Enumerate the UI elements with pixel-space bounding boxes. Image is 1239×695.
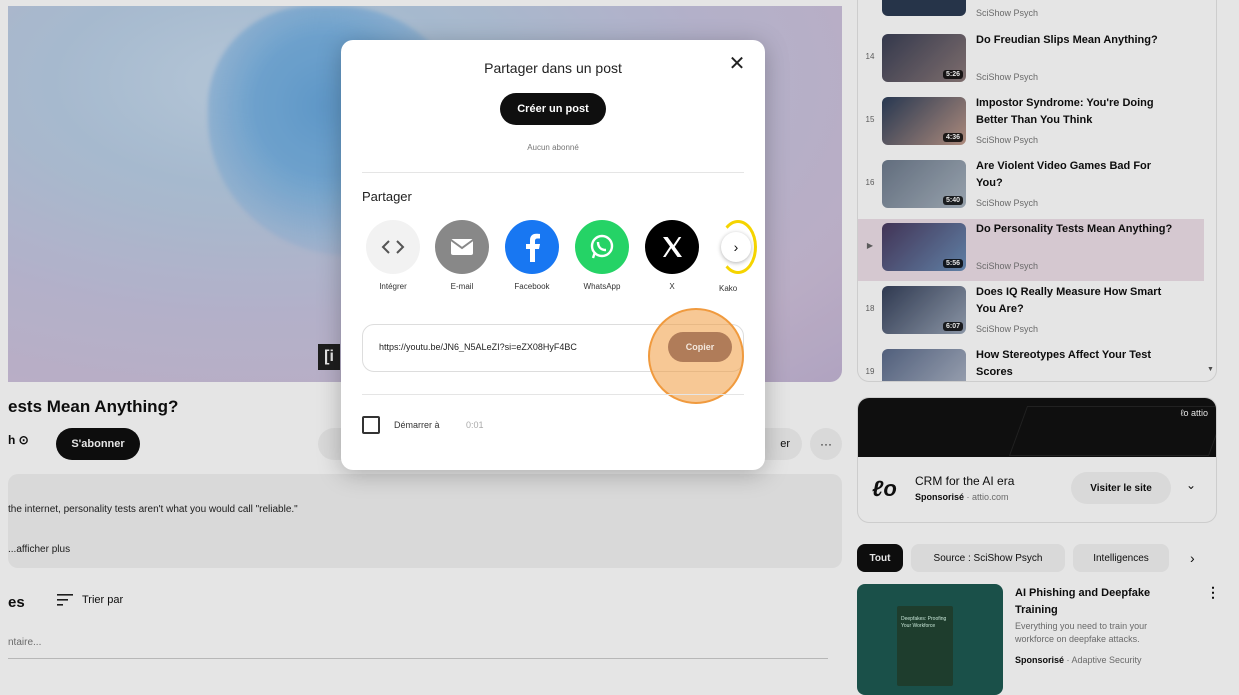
share-option-label: E-mail: [450, 282, 474, 291]
copy-button-wrapper: Copier: [362, 324, 744, 372]
share-option-whatsapp[interactable]: WhatsApp: [571, 220, 633, 291]
share-option-label: WhatsApp: [583, 282, 621, 291]
divider: [362, 394, 744, 395]
share-option-x[interactable]: X: [641, 220, 703, 291]
start-at-checkbox[interactable]: [362, 416, 380, 434]
share-option-facebook[interactable]: Facebook: [501, 220, 563, 291]
dialog-title: Partager dans un post: [484, 60, 622, 76]
create-post-button[interactable]: Créer un post: [500, 93, 606, 125]
start-at-time[interactable]: 0:01: [466, 420, 484, 430]
share-option-email[interactable]: E-mail: [431, 220, 493, 291]
no-subscribers-text: Aucun abonné: [527, 143, 579, 152]
embed-icon: [366, 220, 420, 274]
email-icon: [435, 220, 489, 274]
share-option-label: Facebook: [514, 282, 550, 291]
facebook-icon: [505, 220, 559, 274]
whatsapp-icon: [575, 220, 629, 274]
share-option-label: X: [669, 282, 675, 291]
copy-button[interactable]: Copier: [668, 332, 732, 362]
start-at-label[interactable]: Démarrer à: [394, 420, 440, 430]
divider: [362, 172, 744, 173]
x-icon: [645, 220, 699, 274]
share-dialog: Partager dans un post ✕ Créer un post Au…: [341, 40, 765, 470]
share-option-embed[interactable]: Intégrer: [362, 220, 424, 291]
scroll-right-arrow-icon[interactable]: ›: [721, 232, 751, 262]
share-option-label: Kako: [719, 284, 738, 293]
share-option-label: Intégrer: [379, 282, 407, 291]
share-section-label: Partager: [362, 189, 412, 204]
close-icon[interactable]: ✕: [725, 52, 749, 76]
